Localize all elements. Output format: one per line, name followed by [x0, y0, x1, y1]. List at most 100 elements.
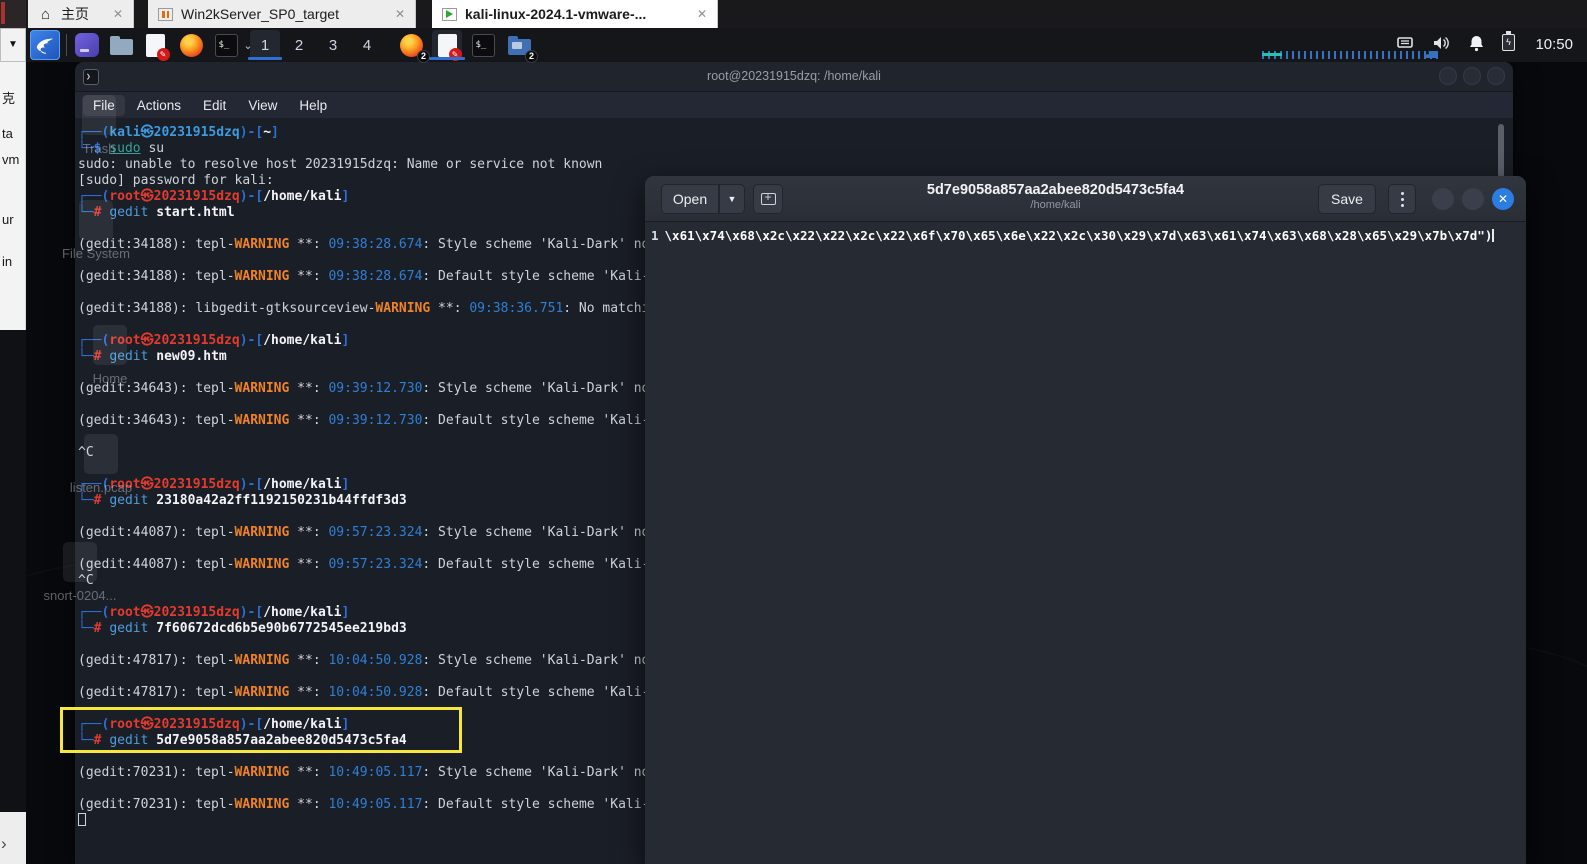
dropdown-button[interactable]: ▼: [0, 28, 26, 62]
window-count-badge: 2: [525, 50, 538, 63]
battery-icon: ϟ: [1502, 31, 1515, 51]
vm-tab-3[interactable]: kali-linux-2024.1-vmware-... ✕: [432, 0, 718, 28]
terminal-maximize-button[interactable]: [1463, 67, 1481, 85]
screen: Trash File System Home listen.pcap snort-020…: [0, 0, 1587, 864]
clipped-text-fragment: 克: [2, 91, 16, 106]
workspace-1[interactable]: 1: [248, 30, 282, 60]
gedit-document-path: /home/kali: [1030, 199, 1081, 211]
active-window-indicator: [429, 57, 465, 60]
terminal-line: ┌──(kali㉿20231915dzq)-[~]: [78, 125, 279, 140]
terminal-icon: $_: [471, 33, 495, 57]
terminal-minimize-button[interactable]: [1439, 67, 1457, 85]
workspace-3[interactable]: 3: [318, 30, 348, 60]
network-icon: [1397, 37, 1413, 48]
vm-tab-1[interactable]: ⌂ 主页 ✕: [28, 0, 134, 28]
active-workspace-indicator: [248, 57, 282, 60]
hamburger-menu-button[interactable]: [1388, 184, 1416, 214]
gedit-title-block: 5d7e9058a857aa2abee820d5473c5fa4 /home/k…: [845, 182, 1266, 211]
terminal-close-button[interactable]: [1487, 67, 1505, 85]
workspace-4[interactable]: 4: [352, 30, 382, 60]
text-caret: [1492, 229, 1494, 242]
launcher-terminal[interactable]: $_: [211, 30, 241, 60]
gedit-document-title: 5d7e9058a857aa2abee820d5473c5fa4: [926, 182, 1185, 198]
taskbar-separator: [66, 34, 67, 56]
speaker-icon: [1434, 36, 1449, 50]
terminal-menubar: File Actions Edit View Help: [75, 92, 1513, 119]
bell-icon: [1470, 36, 1483, 52]
taskbar: $_ ⌄ 1234 2$_2 ϟ 10:50: [26, 28, 1587, 63]
gedit-text-area[interactable]: 1 \x61\x74\x68\x2c\x22\x22\x2c\x22\x6f\x7…: [645, 222, 1526, 864]
workspace-2[interactable]: 2: [284, 30, 314, 60]
clipped-text-fragment: ta: [2, 126, 13, 141]
left-panel-dark: [0, 330, 26, 812]
vm-tab-label: Win2kServer_SP0_target: [181, 6, 339, 22]
notification-tray-icon[interactable]: [1468, 34, 1485, 52]
window-button-terminal[interactable]: $_: [468, 30, 498, 60]
pause-tab-icon: [158, 7, 173, 21]
app-window-icon: [75, 33, 99, 57]
clipped-text-fragment: vm: [2, 152, 20, 167]
gedit-window[interactable]: Open ▼ 5d7e9058a857aa2abee820d5473c5fa4 …: [645, 176, 1526, 864]
gedit-line: 1 \x61\x74\x68\x2c\x22\x22\x2c\x22\x6f\x7…: [651, 228, 1494, 243]
window-count-badge: 2: [417, 50, 430, 63]
terminal-titlebar[interactable]: ❯ root@20231915dzq: /home/kali: [75, 62, 1513, 92]
menu-help[interactable]: Help: [289, 95, 337, 116]
red-marker: [1, 2, 5, 24]
terminal-icon: $_: [214, 33, 238, 57]
tab-close-icon[interactable]: ✕: [395, 7, 405, 21]
network-tray-icon[interactable]: [1395, 34, 1415, 52]
gedit-minimize-button[interactable]: [1432, 188, 1454, 210]
left-panel-text-fragments: 克 ta vm ur in: [0, 62, 26, 330]
left-panel-bottom: ›: [0, 812, 26, 864]
workspace-number: 4: [362, 36, 372, 54]
left-panel-top: [0, 0, 26, 28]
clipped-text-fragment: in: [2, 254, 13, 269]
gedit-maximize-button[interactable]: [1462, 188, 1484, 210]
open-dropdown-button[interactable]: ▼: [719, 184, 745, 214]
firefox-icon: [179, 33, 203, 57]
workspace-number: 2: [294, 36, 304, 54]
launcher-firefox[interactable]: [176, 30, 206, 60]
line-number: 1: [651, 228, 659, 243]
kali-dragon-icon: [36, 38, 54, 54]
system-monitor-sparkline: [1262, 49, 1438, 59]
vm-tab-2[interactable]: Win2kServer_SP0_target ✕: [148, 0, 416, 28]
clock[interactable]: 10:50: [1535, 36, 1573, 53]
launcher-text-editor[interactable]: [140, 30, 170, 61]
vm-tab-bar: ⌂ 主页 ✕ Win2kServer_SP0_target ✕ kali-linux-20…: [0, 0, 1587, 28]
terminal-line: └─$ sudo su: [78, 141, 165, 156]
window-button-image-folder[interactable]: 2: [504, 30, 538, 63]
battery-tray-icon[interactable]: ϟ: [1502, 31, 1515, 51]
new-tab-button[interactable]: [753, 184, 783, 214]
kali-menu-button[interactable]: [30, 30, 60, 60]
workspace-number: 1: [260, 36, 270, 54]
menu-view[interactable]: View: [238, 95, 287, 116]
gedit-icon: [145, 33, 170, 61]
terminal-line: sudo: unable to resolve host 20231915dzq…: [78, 157, 603, 172]
launcher-files-app[interactable]: [72, 30, 102, 60]
highlight-annotation-box: [60, 707, 462, 753]
gedit-close-button[interactable]: ✕: [1492, 188, 1514, 210]
kebab-menu-icon: [1400, 191, 1404, 207]
window-button-firefox[interactable]: 2: [396, 30, 430, 63]
tab-close-icon[interactable]: ✕: [113, 7, 123, 21]
gedit-headerbar[interactable]: Open ▼ 5d7e9058a857aa2abee820d5473c5fa4 …: [645, 176, 1526, 222]
folder-icon: [109, 36, 133, 55]
chevron-right-icon: ›: [1, 834, 7, 853]
launcher-file-manager[interactable]: [106, 30, 136, 60]
left-edge-panel: ▼ 克 ta vm ur in ›: [0, 0, 26, 864]
menu-file[interactable]: File: [83, 94, 125, 116]
gedit-line-content: \x61\x74\x68\x2c\x22\x22\x2c\x22\x6f\x70…: [664, 228, 1493, 243]
tab-close-icon[interactable]: ✕: [697, 7, 707, 21]
new-tab-icon: [760, 190, 776, 205]
terminal-title: root@20231915dzq: /home/kali: [707, 69, 881, 83]
terminal-scrollbar[interactable]: [1498, 124, 1504, 178]
open-button[interactable]: Open: [661, 184, 719, 214]
menu-edit[interactable]: Edit: [193, 95, 236, 116]
play-tab-icon: [442, 7, 457, 21]
volume-tray-icon[interactable]: [1431, 34, 1451, 52]
workspace-number: 3: [328, 36, 338, 54]
menu-actions[interactable]: Actions: [127, 95, 191, 116]
save-button[interactable]: Save: [1318, 184, 1376, 214]
window-button-gedit[interactable]: [429, 30, 465, 61]
